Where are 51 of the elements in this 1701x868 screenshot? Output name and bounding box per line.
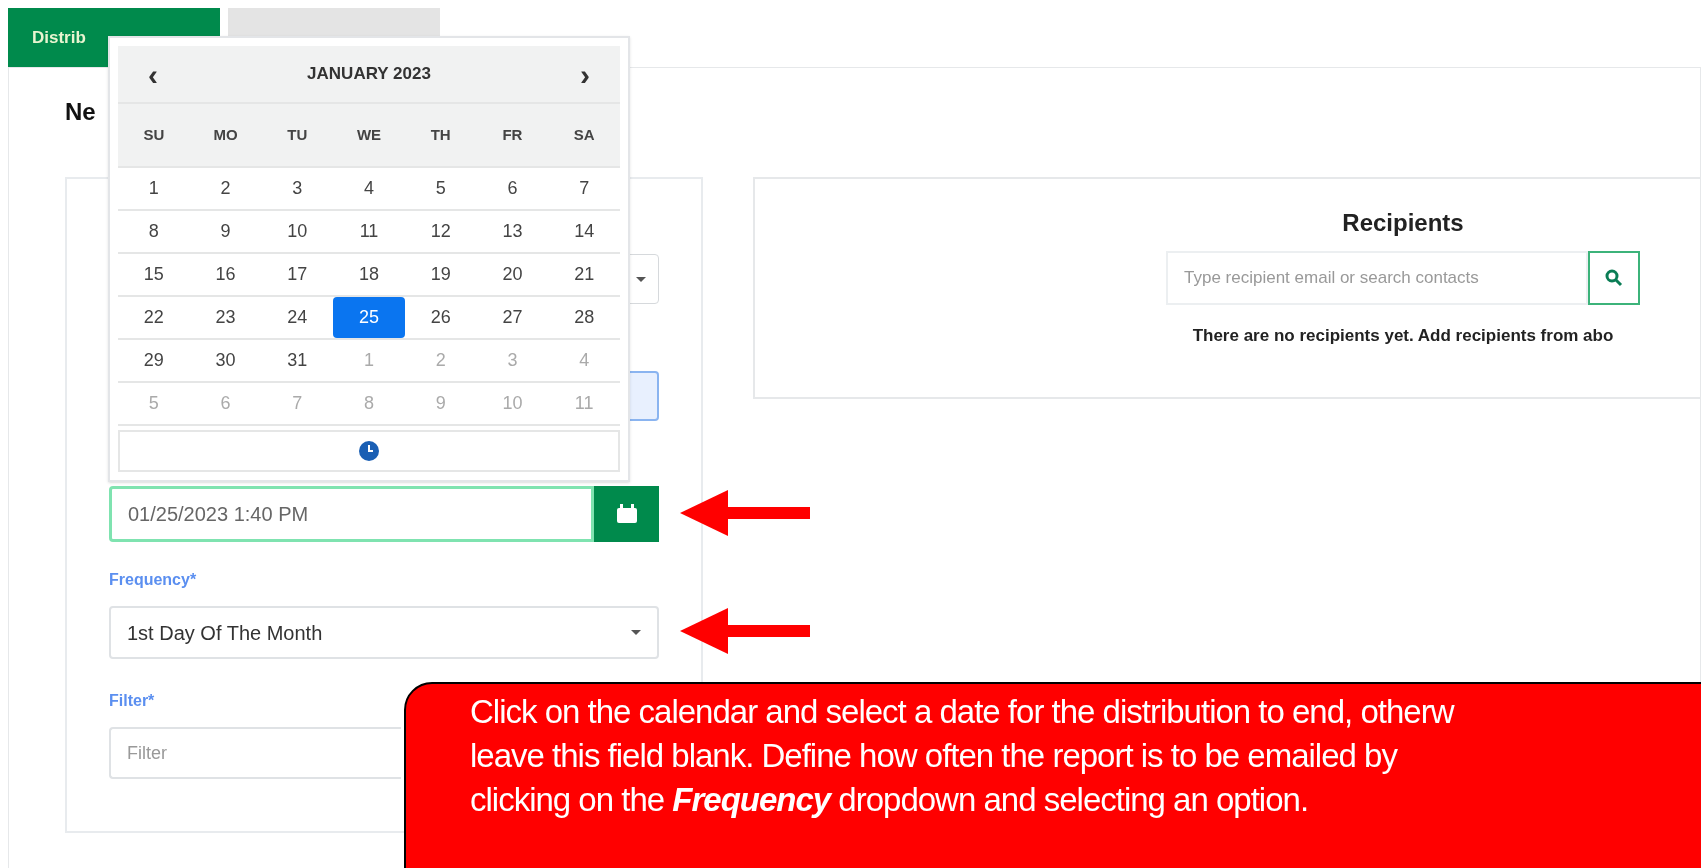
weekday-label: TH	[429, 124, 452, 145]
empty-recipients-message: There are no recipients yet. Add recipients from abo	[1192, 325, 1614, 347]
calendar-day[interactable]: 25	[333, 297, 405, 338]
frequency-select[interactable]: 1st Day Of The Month	[109, 606, 659, 659]
calendar-day[interactable]: 9	[189, 211, 262, 252]
filter-input[interactable]: Filter	[109, 727, 401, 779]
calendar-day[interactable]: 22	[118, 297, 190, 338]
calendar-day[interactable]: 7	[548, 168, 620, 209]
calendar-day[interactable]: 10	[261, 211, 334, 252]
weekday-label: SA	[572, 124, 596, 145]
field-label: Frequency*	[109, 570, 198, 590]
calendar-day[interactable]: 4	[333, 168, 405, 209]
calendar-day[interactable]: 23	[189, 297, 262, 338]
calendar-day[interactable]: 27	[476, 297, 549, 338]
calendar-day[interactable]: 5	[404, 168, 477, 209]
previous-month-button[interactable]: ‹	[148, 51, 158, 97]
calendar-day[interactable]: 21	[548, 254, 620, 295]
calendar-day[interactable]: 13	[476, 211, 549, 252]
weekday-label: FR	[501, 124, 524, 145]
callout-text: Click on the calendar and select a date for the distribution to end, otherw leave this field blank. Define how often the report is to be emailed by clicking on the Frequency dropdown and selecting an option.	[470, 692, 1456, 820]
calendar-day[interactable]: 16	[189, 254, 262, 295]
calendar-day[interactable]: 24	[261, 297, 334, 338]
calendar-day[interactable]: 26	[404, 297, 477, 338]
weekday-label: WE	[355, 124, 383, 145]
calendar-day[interactable]: 18	[333, 254, 405, 295]
calendar-day[interactable]: 3	[261, 168, 334, 209]
calendar-day[interactable]: 17	[261, 254, 334, 295]
weekday-label: MO	[212, 124, 239, 145]
calendar-day[interactable]: 31	[261, 340, 334, 381]
calendar-day[interactable]: 20	[476, 254, 549, 295]
calendar-day[interactable]: 8	[118, 211, 190, 252]
recipients-title: Recipients	[1342, 208, 1464, 238]
calendar-day[interactable]: 12	[404, 211, 477, 252]
calendar-day[interactable]: 15	[118, 254, 190, 295]
calendar-day[interactable]: 2	[189, 168, 262, 209]
calendar-day[interactable]: 30	[189, 340, 262, 381]
weekday-label: TU	[286, 124, 309, 145]
next-month-button[interactable]: ›	[580, 51, 590, 97]
calendar-day[interactable]: 14	[548, 211, 620, 252]
weekday-label: SU	[142, 124, 166, 145]
calendar-day[interactable]: 19	[404, 254, 477, 295]
month-title: JANUARY 2023	[307, 63, 431, 86]
field-label: Filter*	[109, 691, 155, 711]
calendar-day[interactable]: 1	[118, 168, 190, 209]
calendar-day[interactable]: 29	[118, 340, 190, 381]
calendar-day[interactable]: 11	[333, 211, 405, 252]
calendar-day[interactable]: 6	[476, 168, 549, 209]
date-input[interactable]: 01/25/2023 1:40 PM	[109, 486, 594, 542]
form-heading: Ne	[65, 97, 96, 127]
recipient-search-field[interactable]: Type recipient email or search contacts	[1166, 251, 1588, 305]
calendar-day[interactable]: 28	[548, 297, 620, 338]
